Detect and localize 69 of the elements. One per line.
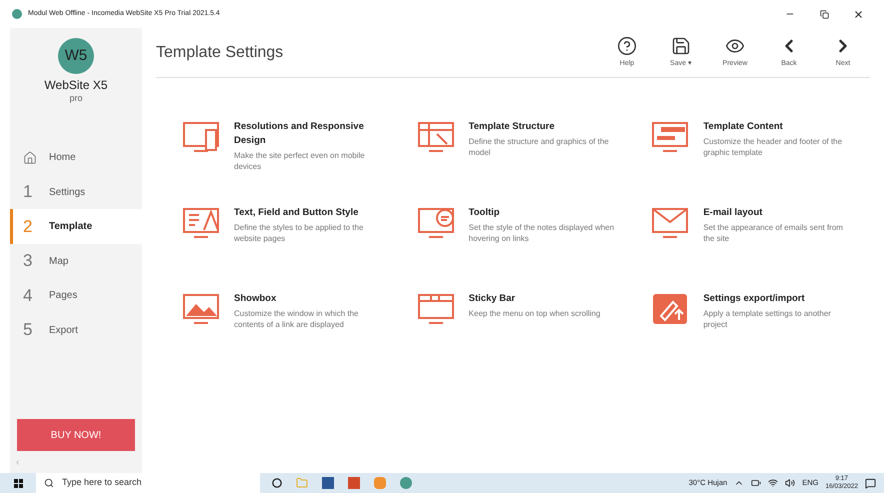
settings-option[interactable]: Tooltip Set the style of the notes displayed when hovering on links [416, 206, 636, 266]
task-view-icon[interactable] [272, 478, 282, 488]
option-title: Settings export/import [703, 292, 806, 306]
step-number: 5 [23, 319, 34, 342]
option-description: Define the structure and graphics of the model [468, 136, 610, 158]
settings-option[interactable]: Text, Field and Button Style Define the styles to be applied to the website pages [182, 206, 401, 266]
option-title: Showbox [234, 292, 278, 306]
page-title: Template Settings [156, 42, 284, 62]
option-description: Make the site perfect even on mobile devices [234, 150, 366, 172]
sidebar-label: Map [49, 254, 68, 268]
help-icon [617, 36, 637, 56]
restore-icon [820, 10, 828, 18]
tooltip-icon [416, 206, 457, 240]
settings-option[interactable]: Template Content Customize the header and footer of the graphic template [651, 120, 870, 180]
option-title: Tooltip [468, 206, 501, 220]
settings-option[interactable]: Template Structure Define the structure and graphics of the model [416, 120, 636, 180]
option-title: E-mail layout [703, 206, 764, 220]
battery-icon [751, 478, 762, 488]
option-description: Keep the menu on top when scrolling [468, 308, 602, 319]
structure-icon [416, 120, 457, 154]
option-description: Set the style of the notes displayed when hovering on links [468, 222, 616, 244]
sidebar-item[interactable]: 4 Pages [10, 278, 142, 313]
save-icon [671, 36, 691, 56]
option-description: Define the styles to be applied to the website pages [234, 222, 364, 244]
step-number: 3 [23, 250, 34, 272]
website-x5-icon[interactable] [400, 477, 412, 489]
option-description: Customize the header and footer of the graphic template [703, 136, 844, 158]
settings-option[interactable]: Showbox Customize the window in which the contents of a link are displayed [182, 292, 401, 352]
sticky-bar-icon [416, 292, 457, 326]
logo-edition: pro [69, 93, 82, 104]
sidebar-label: Pages [49, 289, 78, 303]
option-title: Sticky Bar [468, 292, 516, 306]
option-title: Resolutions and Responsive Design [234, 120, 365, 148]
settings-option[interactable]: Resolutions and Responsive Design Make the site perfect even on mobile devices [182, 120, 401, 180]
step-number: 2 [23, 216, 34, 238]
devices-icon [182, 120, 222, 154]
sidebar-label: Home [49, 151, 76, 165]
logo-mark: W5 [58, 38, 94, 74]
option-title: Text, Field and Button Style [234, 206, 360, 220]
wifi-icon [768, 478, 778, 488]
settings-option[interactable]: Sticky Bar Keep the menu on top when scrolling [416, 292, 636, 352]
text-style-icon [182, 206, 222, 240]
option-description: Set the appearance of emails sent from the site [703, 222, 844, 244]
search-icon [44, 478, 54, 488]
taskbar-search-field[interactable]: Type here to search [36, 473, 260, 493]
volume-icon [785, 478, 796, 488]
home-icon [23, 150, 37, 164]
option-description: Apply a template settings to another project [703, 308, 832, 330]
option-title: Template Structure [468, 120, 556, 134]
image-icon [182, 292, 222, 326]
sidebar-item[interactable]: 2 Template [10, 209, 142, 244]
sidebar-label: Export [49, 324, 78, 338]
sidebar-item[interactable]: 5 Export [10, 312, 142, 348]
step-number: 1 [23, 181, 34, 204]
sidebar-label: Template [49, 220, 92, 234]
option-description: Customize the window in which the contents of a link are displayed [234, 308, 360, 330]
settings-option[interactable]: Settings export/import Apply a template settings to another project [651, 292, 870, 352]
option-title: Template Content [703, 120, 784, 134]
step-number: 4 [23, 284, 34, 307]
sidebar-item[interactable]: 3 Map [10, 244, 142, 278]
buy-now-button[interactable]: BUY NOW! [17, 419, 135, 451]
app-icon [12, 9, 22, 19]
close-icon [852, 8, 864, 20]
sidebar-item[interactable]: Home [10, 140, 142, 175]
logo-name: WebSite X5 [44, 78, 108, 93]
notification-icon[interactable] [865, 478, 876, 488]
settings-option[interactable]: E-mail layout Set the appearance of emails sent from the site [651, 206, 870, 266]
sidebar-item[interactable]: 1 Settings [10, 174, 142, 210]
sidebar-label: Settings [49, 186, 86, 200]
